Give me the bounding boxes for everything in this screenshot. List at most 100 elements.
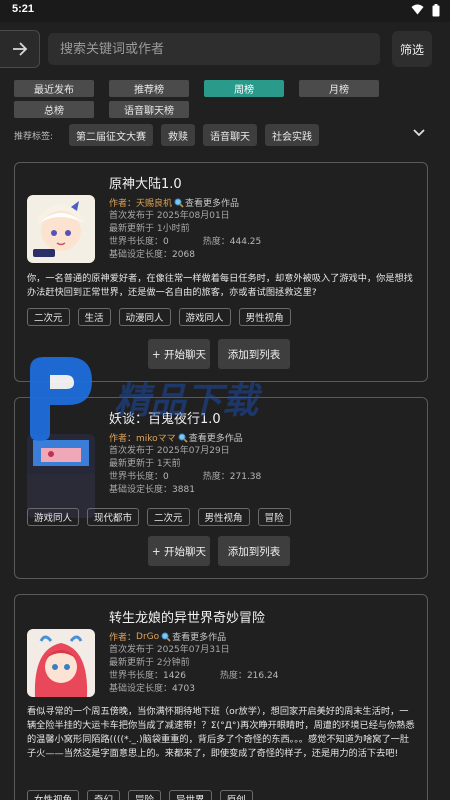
more-works-link[interactable]: 查看更多作品 (189, 431, 243, 444)
status-time: 5:21 (12, 3, 35, 15)
card-tag[interactable]: 游戏同人 (178, 308, 231, 326)
author-line: 作者： 天赐良机 查看更多作品 (109, 196, 239, 209)
card-tag[interactable]: 二次元 (147, 508, 190, 526)
arrow-right-icon (12, 42, 27, 56)
heat-value: 271.38 (229, 472, 262, 482)
tab-monthly[interactable]: 月榜 (299, 80, 379, 97)
wifi-icon (411, 4, 424, 15)
card-tag[interactable]: 二次元 (27, 308, 70, 326)
card-tag[interactable]: 冒险 (128, 790, 162, 800)
card-tag[interactable]: 现代都市 (87, 508, 140, 526)
card-tag[interactable]: 冒险 (257, 508, 291, 526)
add-to-list-button[interactable]: 添加到列表 (218, 339, 290, 369)
tab-recent[interactable]: 最近发布 (14, 80, 94, 97)
author-name[interactable]: mikoママ (136, 431, 176, 444)
cover-image (27, 195, 95, 263)
card-title[interactable]: 妖谈：百鬼夜行1.0 (109, 408, 221, 427)
card-tags: 女性视角 奇幻 冒险 异世界 原创 (27, 790, 253, 800)
recommended-tags-label: 推荐标签: (14, 131, 54, 142)
card-tag[interactable]: 游戏同人 (27, 508, 80, 526)
recommended-tags: 推荐标签: 第二届征文大赛 救赎 语音聊天 社会实践 (14, 123, 436, 147)
recommended-tag[interactable]: 语音聊天 (203, 124, 258, 146)
base-length: 2068 (172, 250, 195, 260)
cover-image (27, 434, 95, 518)
card-meta: 首次发布于 2025年07月29日 最新更新于 1天前 世界书长度：0 热度：27… (109, 445, 261, 497)
card-tag[interactable]: 动漫同人 (118, 308, 171, 326)
last-updated: 最新更新于 1小时前 (109, 224, 190, 234)
start-chat-button[interactable]: + 开始聊天 (148, 536, 210, 566)
card-description: 你，一名普通的原神爱好者，在像往常一样做着每日任务时，却意外被吸入了游戏中，你是… (27, 273, 413, 298)
base-length-label: 基础设定长度： (109, 485, 173, 495)
author-prefix: 作者： (109, 199, 137, 209)
chevron-down-icon[interactable] (412, 128, 426, 138)
card-tag[interactable]: 生活 (77, 308, 111, 326)
world-book-length: 1426 (163, 671, 186, 681)
world-book-length: 0 (163, 237, 169, 247)
story-card[interactable]: 原神大陆1.0 作者： 天赐良机 查看更多作品 首次发布于 2025年08月01… (14, 162, 428, 382)
status-bar: 5:21 (0, 0, 450, 22)
world-book-length: 0 (163, 472, 169, 482)
recommended-tag[interactable]: 社会实践 (265, 124, 320, 146)
heat-value: 216.24 (246, 671, 279, 681)
tab-voice-chat[interactable]: 语音聊天榜 (109, 101, 189, 118)
card-tags: 游戏同人 现代都市 二次元 男性视角 冒险 (27, 508, 291, 526)
card-description: 看似寻常的一个周五傍晚，当你满怀期待地下班（or放学），想回家开启美好的周末生活… (27, 706, 415, 759)
filter-button[interactable]: 筛选 (392, 31, 432, 67)
recommended-tag[interactable]: 第二届征文大赛 (69, 124, 154, 146)
last-updated: 最新更新于 1天前 (109, 459, 181, 469)
recommended-tag[interactable]: 救赎 (161, 124, 196, 146)
card-tag[interactable]: 女性视角 (27, 790, 80, 800)
base-length-label: 基础设定长度： (109, 684, 173, 694)
heat-label: 热度： (202, 472, 230, 482)
base-length: 4703 (172, 684, 195, 694)
heat-value: 444.25 (229, 237, 262, 247)
world-book-length-label: 世界书长度： (109, 671, 164, 681)
cover-image (27, 629, 95, 697)
search-icon (178, 433, 188, 443)
card-tags: 二次元 生活 动漫同人 游戏同人 男性视角 (27, 308, 291, 326)
card-actions: + 开始聊天 添加到列表 (148, 339, 290, 369)
card-tag[interactable]: 奇幻 (87, 790, 121, 800)
world-book-length-label: 世界书长度： (109, 237, 164, 247)
search-icon (161, 632, 171, 642)
more-works-link[interactable]: 查看更多作品 (172, 630, 226, 643)
search-bar: 筛选 (0, 22, 450, 76)
first-published: 首次发布于 2025年07月31日 (109, 645, 230, 655)
battery-icon (432, 4, 440, 17)
author-prefix: 作者： (109, 434, 137, 444)
author-line: 作者： mikoママ 查看更多作品 (109, 431, 243, 444)
ranking-tabs: 最近发布 推荐榜 周榜 月榜 总榜 语音聊天榜 (14, 80, 436, 118)
last-updated: 最新更新于 2分钟前 (109, 658, 190, 668)
more-works-link[interactable]: 查看更多作品 (185, 196, 239, 209)
card-tag[interactable]: 男性视角 (238, 308, 291, 326)
tab-recommended[interactable]: 推荐榜 (109, 80, 189, 97)
first-published: 首次发布于 2025年07月29日 (109, 446, 230, 456)
status-icons (411, 4, 440, 17)
card-actions: + 开始聊天 添加到列表 (148, 536, 290, 566)
card-title[interactable]: 原神大陆1.0 (109, 173, 182, 192)
author-name[interactable]: DrGo (136, 632, 159, 642)
card-meta: 首次发布于 2025年08月01日 最新更新于 1小时前 世界书长度：0 热度：4… (109, 210, 261, 262)
back-button[interactable] (0, 30, 40, 68)
card-tag[interactable]: 异世界 (169, 790, 212, 800)
author-line: 作者： DrGo 查看更多作品 (109, 630, 226, 644)
heat-label: 热度： (219, 671, 247, 681)
add-to-list-button[interactable]: 添加到列表 (218, 536, 290, 566)
tab-total[interactable]: 总榜 (14, 101, 94, 118)
search-icon (174, 198, 184, 208)
card-tag[interactable]: 男性视角 (197, 508, 250, 526)
base-length-label: 基础设定长度： (109, 250, 173, 260)
tab-weekly[interactable]: 周榜 (204, 80, 284, 97)
world-book-length-label: 世界书长度： (109, 472, 164, 482)
start-chat-button[interactable]: + 开始聊天 (148, 339, 210, 369)
story-card[interactable]: 转生龙娘的异世界奇妙冒险 作者： DrGo 查看更多作品 首次发布于 2025年… (14, 594, 428, 800)
author-prefix: 作者： (109, 633, 137, 643)
base-length: 3881 (172, 485, 195, 495)
card-title[interactable]: 转生龙娘的异世界奇妙冒险 (109, 607, 265, 626)
first-published: 首次发布于 2025年08月01日 (109, 211, 230, 221)
card-tag[interactable]: 原创 (219, 790, 253, 800)
heat-label: 热度： (202, 237, 230, 247)
story-card[interactable]: 妖谈：百鬼夜行1.0 作者： mikoママ 查看更多作品 首次发布于 2025年… (14, 397, 428, 579)
search-input[interactable] (48, 33, 380, 65)
author-name[interactable]: 天赐良机 (136, 196, 172, 209)
